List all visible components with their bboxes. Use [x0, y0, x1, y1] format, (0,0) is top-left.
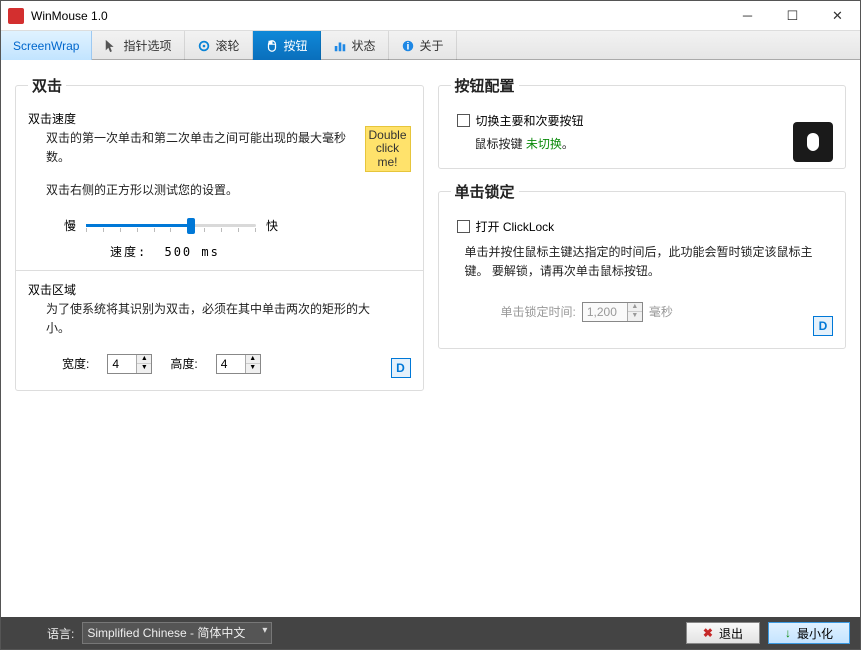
- test-desc: 双击右侧的正方形以测试您的设置。: [46, 181, 356, 200]
- clicklock-time-label: 单击锁定时间:: [501, 303, 576, 320]
- tab-label: 滚轮: [216, 37, 240, 54]
- speed-heading: 双击速度: [28, 110, 411, 127]
- swap-status: 鼠标按键 未切换。: [475, 135, 785, 154]
- language-label: 语言:: [47, 625, 74, 642]
- app-icon: [8, 8, 24, 24]
- default-clicklock-button[interactable]: D: [813, 316, 833, 336]
- height-label: 高度:: [170, 355, 197, 372]
- svg-text:i: i: [406, 40, 409, 52]
- tab-label: 按钮: [284, 37, 308, 54]
- tab-status[interactable]: 状态: [321, 31, 389, 60]
- tab-screenwrap[interactable]: ScreenWrap: [1, 31, 92, 60]
- footer-bar: 语言: Simplified Chinese - 简体中文 ✖ 退出 ↓ 最小化: [1, 617, 860, 649]
- exit-button[interactable]: ✖ 退出: [686, 622, 760, 644]
- tab-about[interactable]: i 关于: [389, 31, 457, 60]
- slow-label: 慢: [64, 217, 76, 234]
- minimize-window-button[interactable]: ─: [725, 1, 770, 31]
- down-arrow-icon[interactable]: ▼: [137, 364, 151, 373]
- clicklock-legend: 单击锁定: [451, 181, 519, 202]
- dczone-desc: 为了使系统将其识别为双击，必须在其中单击两次的矩形的大小。: [46, 300, 386, 338]
- height-input[interactable]: [217, 355, 245, 373]
- up-arrow-icon[interactable]: ▲: [246, 355, 260, 364]
- info-icon: i: [401, 39, 415, 53]
- wheel-icon: [197, 39, 211, 53]
- swap-buttons-label: 切换主要和次要按钮: [476, 112, 584, 129]
- clicklock-desc: 单击并按住鼠标主键达指定的时间后，此功能会暂时锁定该鼠标主键。 要解锁，请再次单…: [465, 243, 825, 281]
- clicklock-label: 打开 ClickLock: [476, 218, 555, 235]
- doubleclick-legend: 双击: [28, 75, 66, 96]
- width-stepper[interactable]: ▲▼: [107, 354, 152, 374]
- maximize-window-button[interactable]: ☐: [770, 1, 815, 31]
- minimize-button[interactable]: ↓ 最小化: [768, 622, 850, 644]
- clicklock-time-stepper[interactable]: ▲▼: [582, 302, 643, 322]
- up-arrow-icon[interactable]: ▲: [137, 355, 151, 364]
- dczone-heading: 双击区域: [28, 281, 411, 298]
- clicklock-checkbox[interactable]: [457, 220, 470, 233]
- doubleclick-group: 双击 Double click me! 双击速度 双击的第一次单击和第二次单击之…: [15, 75, 424, 391]
- exit-icon: ✖: [703, 626, 713, 640]
- status-icon: [333, 39, 347, 53]
- close-window-button[interactable]: ✕: [815, 1, 860, 31]
- fast-label: 快: [266, 217, 278, 234]
- window-title: WinMouse 1.0: [31, 9, 725, 23]
- tab-label: 关于: [420, 37, 444, 54]
- default-zone-button[interactable]: D: [391, 358, 411, 378]
- swap-buttons-checkbox[interactable]: [457, 114, 470, 127]
- tab-label: ScreenWrap: [13, 39, 79, 53]
- height-stepper[interactable]: ▲▼: [216, 354, 261, 374]
- mouse-icon: [793, 122, 833, 162]
- tab-label: 状态: [352, 37, 376, 54]
- speed-desc: 双击的第一次单击和第二次单击之间可能出现的最大毫秒数。: [46, 129, 356, 167]
- clicklock-group: 单击锁定 打开 ClickLock 单击并按住鼠标主键达指定的时间后，此功能会暂…: [438, 181, 847, 348]
- doubleclick-test-box[interactable]: Double click me!: [365, 126, 411, 172]
- down-arrow-icon[interactable]: ▼: [246, 364, 260, 373]
- tab-wheel[interactable]: 滚轮: [185, 31, 253, 60]
- cursor-icon: [104, 39, 118, 53]
- mouse-button-icon: [265, 39, 279, 53]
- button-config-legend: 按钮配置: [451, 75, 519, 96]
- tab-buttons[interactable]: 按钮: [253, 31, 321, 60]
- title-bar: WinMouse 1.0 ─ ☐ ✕: [1, 1, 860, 31]
- doubleclick-speed-slider[interactable]: [86, 215, 256, 237]
- language-select[interactable]: Simplified Chinese - 简体中文: [82, 622, 272, 644]
- clicklock-time-unit: 毫秒: [649, 303, 673, 320]
- up-arrow-icon[interactable]: ▲: [628, 303, 642, 312]
- speed-readout: 速度: 500 ms: [110, 243, 411, 260]
- tab-label: 指针选项: [123, 37, 171, 54]
- width-input[interactable]: [108, 355, 136, 373]
- minimize-icon: ↓: [785, 626, 791, 640]
- clicklock-time-input[interactable]: [583, 303, 627, 321]
- button-config-group: 按钮配置 切换主要和次要按钮 鼠标按键 未切换。: [438, 75, 847, 169]
- down-arrow-icon[interactable]: ▼: [628, 312, 642, 321]
- width-label: 宽度:: [62, 355, 89, 372]
- tab-pointer-options[interactable]: 指针选项: [92, 31, 184, 60]
- tab-bar: ScreenWrap 指针选项 滚轮 按钮 状态 i 关于: [1, 31, 860, 60]
